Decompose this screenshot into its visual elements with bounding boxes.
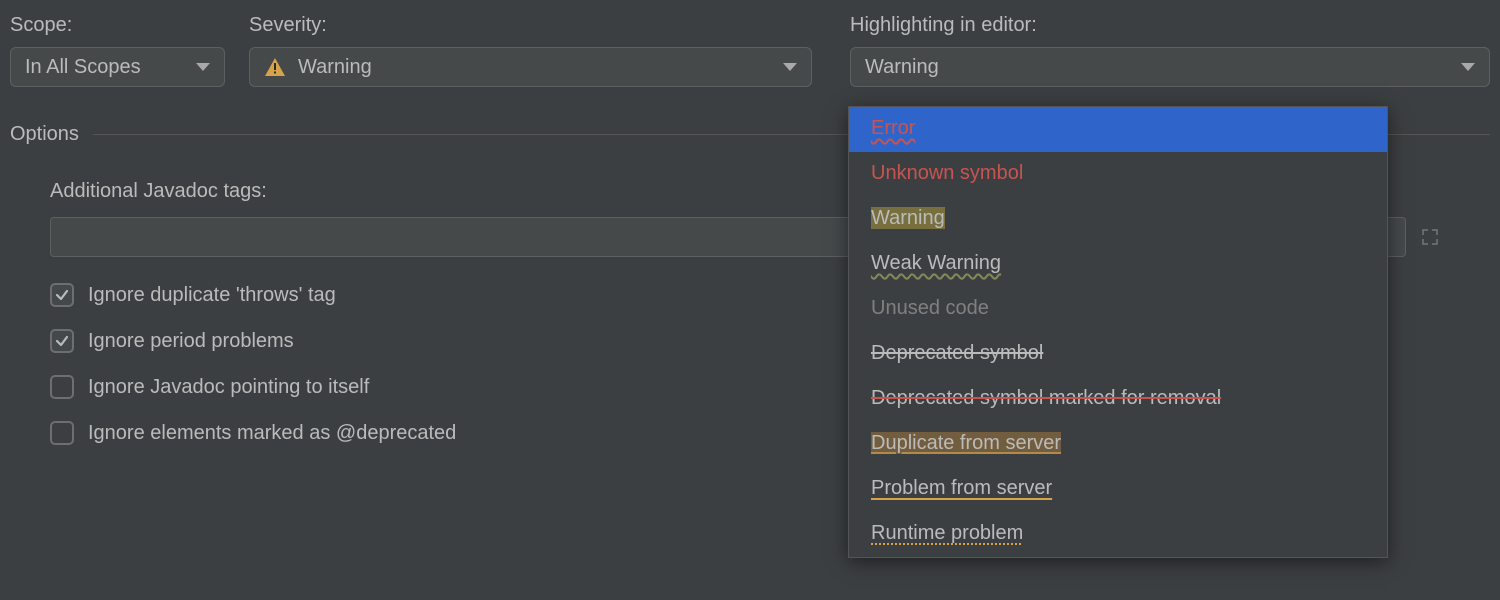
check-icon bbox=[54, 333, 70, 349]
severity-label: Severity: bbox=[249, 14, 812, 37]
check-icon bbox=[54, 287, 70, 303]
dropdown-option-label: Deprecated symbol marked for removal bbox=[871, 387, 1221, 409]
scope-dropdown[interactable]: In All Scopes bbox=[10, 47, 225, 87]
checkbox[interactable] bbox=[50, 421, 74, 445]
severity-dropdown[interactable]: Warning bbox=[249, 47, 812, 87]
dropdown-option[interactable]: Warning bbox=[849, 197, 1387, 242]
highlighting-dropdown-popup[interactable]: Error Unknown symbol Warning Weak Warning Un… bbox=[848, 106, 1388, 558]
dropdown-option-label: Runtime problem bbox=[871, 522, 1023, 544]
checkbox-label: Ignore duplicate 'throws' tag bbox=[88, 284, 336, 307]
dropdown-option[interactable]: Unknown symbol bbox=[849, 152, 1387, 197]
severity-value: Warning bbox=[298, 56, 372, 79]
dropdown-option-label: Unused code bbox=[871, 297, 989, 319]
dropdown-option-label: Warning bbox=[871, 207, 945, 229]
checkbox-label: Ignore period problems bbox=[88, 330, 294, 353]
checkbox[interactable] bbox=[50, 375, 74, 399]
dropdown-option[interactable]: Unused code bbox=[849, 287, 1387, 332]
dropdown-option[interactable]: Runtime problem bbox=[849, 512, 1387, 557]
dropdown-option-label: Unknown symbol bbox=[871, 162, 1023, 184]
dropdown-option-label: Duplicate from server bbox=[871, 432, 1061, 454]
chevron-down-icon bbox=[1461, 63, 1475, 71]
checkbox[interactable] bbox=[50, 329, 74, 353]
dropdown-option[interactable]: Error bbox=[849, 107, 1387, 152]
chevron-down-icon bbox=[196, 63, 210, 71]
warning-icon bbox=[264, 56, 286, 78]
dropdown-option-label: Weak Warning bbox=[871, 252, 1001, 274]
checkbox-label: Ignore Javadoc pointing to itself bbox=[88, 376, 369, 399]
scope-label: Scope: bbox=[10, 14, 225, 37]
expand-button[interactable] bbox=[1410, 217, 1450, 257]
dropdown-option[interactable]: Weak Warning bbox=[849, 242, 1387, 287]
dropdown-option[interactable]: Deprecated symbol bbox=[849, 332, 1387, 377]
dropdown-option-label: Problem from server bbox=[871, 477, 1052, 499]
highlighting-dropdown[interactable]: Warning bbox=[850, 47, 1490, 87]
checkbox-label: Ignore elements marked as @deprecated bbox=[88, 422, 456, 445]
dropdown-option-label: Error bbox=[871, 117, 915, 139]
highlighting-value: Warning bbox=[865, 56, 939, 79]
options-title: Options bbox=[10, 123, 79, 146]
dropdown-option[interactable]: Deprecated symbol marked for removal bbox=[849, 377, 1387, 422]
dropdown-option-label: Deprecated symbol bbox=[871, 342, 1043, 364]
checkbox[interactable] bbox=[50, 283, 74, 307]
dropdown-option[interactable]: Problem from server bbox=[849, 467, 1387, 512]
scope-value: In All Scopes bbox=[25, 56, 141, 79]
highlighting-label: Highlighting in editor: bbox=[850, 14, 1490, 37]
expand-icon bbox=[1421, 228, 1439, 246]
chevron-down-icon bbox=[783, 63, 797, 71]
dropdown-option[interactable]: Duplicate from server bbox=[849, 422, 1387, 467]
